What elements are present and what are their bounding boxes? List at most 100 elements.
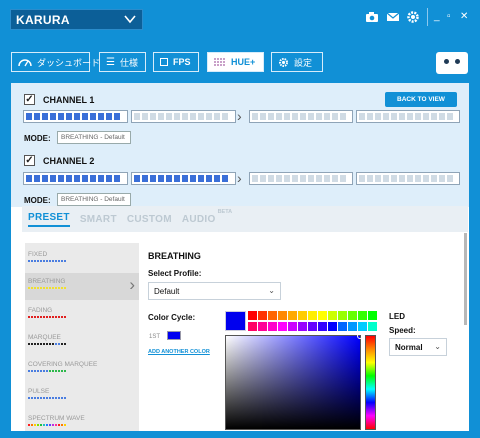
tab-preset[interactable]: PRESET [28, 212, 70, 227]
effect-breathing[interactable]: BREATHING › [25, 273, 139, 300]
chevron-down-icon [124, 15, 136, 24]
palette-swatch[interactable] [268, 311, 277, 320]
channel-1-mode-value: BREATHING - Default [57, 131, 131, 144]
palette-swatch[interactable] [328, 311, 337, 320]
tab-settings[interactable]: 設定 [271, 52, 323, 72]
led-strip-1d[interactable] [356, 110, 460, 123]
tab-specs[interactable]: ☰ 仕様 [99, 52, 146, 72]
channel-2-checkbox[interactable]: ✓ [24, 155, 35, 166]
palette-swatch[interactable] [338, 311, 347, 320]
palette-swatch[interactable] [278, 311, 287, 320]
palette-swatch[interactable] [248, 311, 257, 320]
tab-dashboard-label: ダッシュボード [37, 57, 101, 68]
tab-dashboard[interactable]: ダッシュボード [11, 52, 100, 72]
palette-swatch[interactable] [298, 321, 307, 331]
tab-smart[interactable]: SMART [80, 214, 117, 225]
led-strip-2b[interactable] [131, 172, 236, 185]
led-strip-2a[interactable] [23, 172, 128, 185]
effect-marquee[interactable]: MARQUEE [25, 334, 139, 356]
palette-swatch[interactable] [308, 311, 317, 320]
close-button[interactable]: ✕ [460, 12, 468, 22]
effect-preview [28, 370, 139, 372]
picker-cursor[interactable] [357, 333, 363, 339]
palette-swatch[interactable] [298, 311, 307, 320]
first-color-swatch[interactable] [167, 331, 181, 340]
restore-button[interactable]: ▫ [447, 12, 451, 22]
beta-badge: BETA [217, 209, 233, 215]
palette-swatch[interactable] [258, 311, 267, 320]
tab-fps-label: FPS [173, 57, 191, 67]
palette-swatch[interactable] [368, 311, 377, 320]
palette-swatch[interactable] [348, 321, 357, 331]
channel-1-checkbox[interactable]: ✓ [24, 94, 35, 105]
back-to-view-button[interactable]: BACK TO VIEW [385, 92, 457, 107]
led-strip-1c[interactable] [249, 110, 353, 123]
palette-swatch[interactable] [258, 321, 267, 331]
effect-preview [28, 343, 139, 345]
effect-covering-marquee[interactable]: COVERING MARQUEE [25, 361, 139, 383]
titlebar-divider [427, 8, 428, 26]
scrollbar[interactable] [464, 233, 467, 325]
minimize-button[interactable]: _ [434, 12, 440, 22]
palette-swatch[interactable] [368, 321, 377, 331]
palette-swatch[interactable] [358, 311, 367, 320]
square-icon [160, 58, 168, 66]
palette-swatch[interactable] [278, 321, 287, 331]
profile-name: KARURA [16, 13, 70, 27]
camera-icon[interactable] [365, 10, 379, 24]
effect-preview [28, 260, 139, 262]
channel-2-mode-value: BREATHING - Default [57, 193, 131, 206]
led-strip-1a[interactable] [23, 110, 128, 123]
palette-swatch[interactable] [308, 321, 317, 331]
palette-swatch[interactable] [288, 321, 297, 331]
profile-select[interactable]: Default ⌄ [148, 282, 281, 300]
tab-hue-label: HUE+ [231, 57, 256, 67]
color-palette [248, 311, 378, 331]
palette-swatch[interactable] [268, 321, 277, 331]
gear-icon[interactable] [406, 10, 420, 24]
color-picker-field[interactable] [225, 333, 363, 430]
speed-select-value: Normal [395, 343, 423, 352]
speed-select[interactable]: Normal ⌄ [389, 338, 447, 356]
speed-label: Speed: [389, 326, 416, 335]
effect-fixed[interactable]: FIXED [25, 251, 139, 273]
list-icon: ☰ [106, 56, 115, 68]
effect-preview [28, 316, 139, 318]
add-color-link[interactable]: ADD ANOTHER COLOR [148, 349, 210, 355]
device-icon[interactable] [436, 52, 468, 74]
chevron-right-icon: › [237, 170, 242, 186]
tab-fps[interactable]: FPS [153, 52, 199, 72]
led-strip-1b[interactable] [131, 110, 236, 123]
palette-swatch[interactable] [288, 311, 297, 320]
chevron-right-icon: › [129, 275, 135, 294]
effect-title: BREATHING [148, 251, 201, 261]
tab-hue[interactable]: HUE+ [207, 52, 264, 72]
first-color-label: 1ST [149, 334, 161, 340]
effect-label: FADING [28, 307, 53, 314]
led-strip-2c[interactable] [249, 172, 353, 185]
palette-swatch[interactable] [318, 311, 327, 320]
profile-dropdown[interactable]: KARURA [10, 9, 143, 30]
tab-custom[interactable]: CUSTOM [127, 214, 172, 225]
effect-preview [28, 424, 139, 426]
hue-slider[interactable] [365, 335, 376, 430]
palette-swatch[interactable] [348, 311, 357, 320]
effect-fading[interactable]: FADING [25, 307, 139, 329]
led-strip-2d[interactable] [356, 172, 460, 185]
palette-swatch[interactable] [248, 321, 257, 331]
gauge-icon [18, 58, 32, 66]
palette-swatch[interactable] [358, 321, 367, 331]
effect-preview [28, 397, 139, 399]
mail-icon[interactable] [386, 10, 400, 24]
palette-swatch[interactable] [318, 321, 327, 331]
profile-select-value: Default [154, 287, 180, 296]
palette-swatch[interactable] [328, 321, 337, 331]
chevron-down-icon: ⌄ [434, 342, 441, 351]
palette-swatch[interactable] [338, 321, 347, 331]
effect-spectrum-wave[interactable]: SPECTRUM WAVE [25, 415, 139, 431]
channel-2-label: CHANNEL 2 [43, 156, 95, 166]
tab-audio[interactable]: AUDIO [182, 214, 216, 225]
effect-label: SPECTRUM WAVE [28, 415, 85, 422]
effect-pulse[interactable]: PULSE [25, 388, 139, 410]
tab-settings-label: 設定 [294, 57, 313, 68]
